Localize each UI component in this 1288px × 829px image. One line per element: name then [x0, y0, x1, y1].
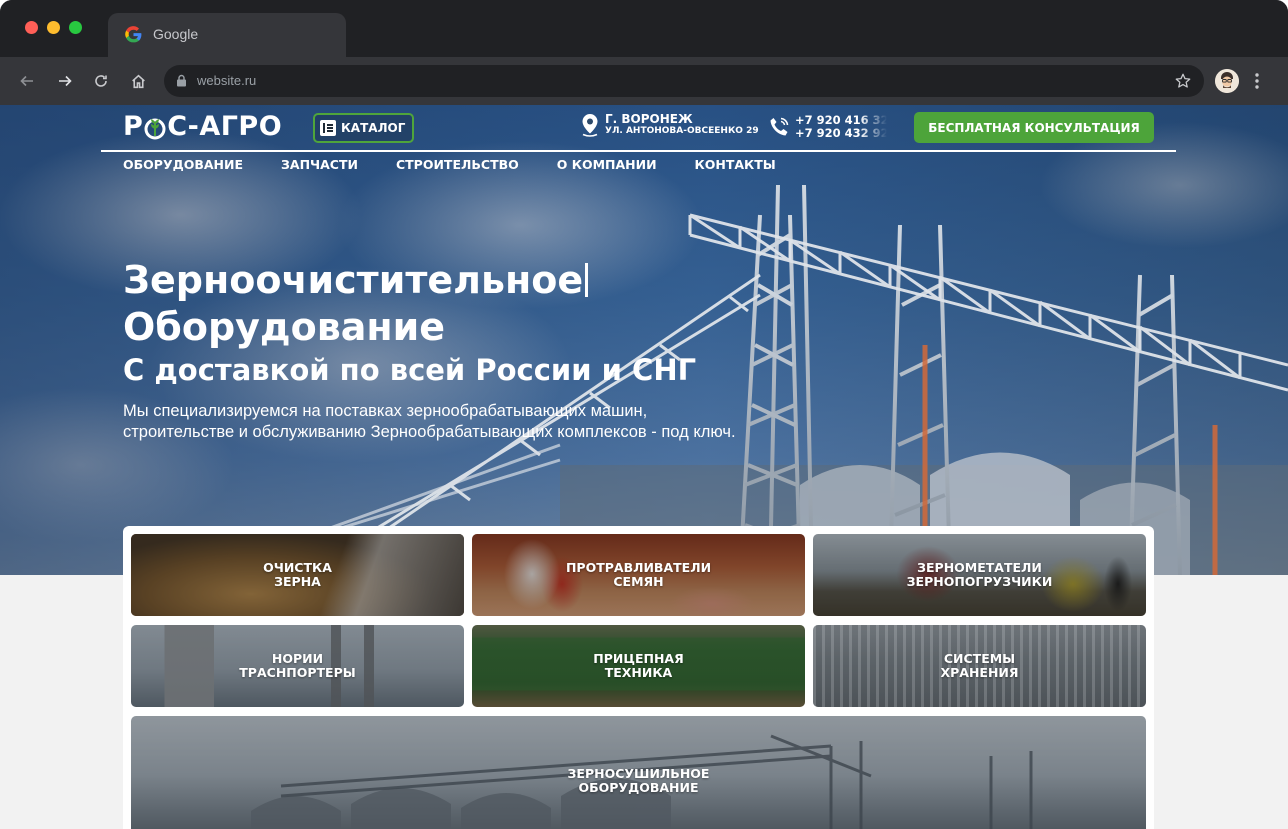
tab-strip: Google [0, 0, 1288, 57]
phone-icon [770, 117, 789, 136]
category-card-seed-treaters[interactable]: ПРОТРАВЛИВАТЕЛИ СЕМЯН [472, 534, 805, 616]
typing-cursor [585, 263, 589, 297]
category-card-grain-throwers[interactable]: ЗЕРНОМЕТАТЕЛИ ЗЕРНОПОГРУЗЧИКИ [813, 534, 1146, 616]
hero-title: Зерноочистительное Оборудование [123, 257, 823, 351]
address-city: Г. ВОРОНЕЖ [605, 112, 693, 127]
category-card-trailers[interactable]: ПРИЦЕПНАЯ ТЕХНИКА [472, 625, 805, 707]
nav-item-equipment[interactable]: ОБОРУДОВАНИЕ [123, 157, 243, 172]
home-icon [131, 74, 145, 88]
nav-item-construction[interactable]: СТРОИТЕЛЬСТВО [396, 157, 519, 172]
url-text: website.ru [197, 73, 257, 88]
profile-avatar[interactable] [1215, 69, 1239, 93]
category-label: СИСТЕМЫ ХРАНЕНИЯ [940, 651, 1019, 680]
category-card-storage[interactable]: СИСТЕМЫ ХРАНЕНИЯ [813, 625, 1146, 707]
header-divider [101, 150, 1176, 152]
address-street: УЛ. АНТОНОВА-ОВСЕЕНКО 29 [605, 125, 759, 136]
close-window-button[interactable] [25, 21, 38, 34]
hero-description-line-2: строительстве и обслуживанию Зернообраба… [123, 423, 736, 441]
browser-window: Google website.ru Р С-АГРО КАТАЛОГ Г. ВО… [0, 0, 1288, 829]
category-label: ПРОТРАВЛИВАТЕЛИ СЕМЯН [565, 560, 712, 589]
catalog-label: КАТАЛОГ [341, 121, 406, 135]
category-label: НОРИИ ТРАСНПОРТЕРЫ [239, 651, 356, 680]
page-viewport: Р С-АГРО КАТАЛОГ Г. ВОРОНЕЖ УЛ. АНТОНОВА… [0, 105, 1288, 829]
category-grid: ОЧИСТКА ЗЕРНА ПРОТРАВЛИВАТЕЛИ СЕМЯН ЗЕРН [123, 526, 1154, 829]
google-icon [125, 26, 142, 43]
reload-button[interactable] [89, 69, 113, 93]
hero-description-line-1: Мы специализируемся на поставках зернооб… [123, 402, 648, 420]
category-label: ЗЕРНОМЕТАТЕЛИ ЗЕРНОПОГРУЗЧИКИ [906, 560, 1053, 589]
hero-section: Р С-АГРО КАТАЛОГ Г. ВОРОНЕЖ УЛ. АНТОНОВА… [0, 105, 1288, 575]
category-label: ЗЕРНОСУШИЛЬНОЕ ОБОРУДОВАНИЕ [567, 766, 710, 795]
map-pin-icon [582, 114, 598, 137]
star-icon[interactable] [1174, 72, 1192, 90]
category-label: ОЧИСТКА ЗЕРНА [263, 560, 332, 589]
logo-text-left: Р [123, 111, 144, 142]
browser-toolbar: website.ru [0, 57, 1288, 105]
avatar-icon [1215, 69, 1239, 93]
reload-icon [95, 75, 107, 87]
address-bar[interactable]: website.ru [164, 65, 1204, 97]
nav-item-parts[interactable]: ЗАПЧАСТИ [281, 157, 358, 172]
home-button[interactable] [126, 69, 150, 93]
phone-block: +7 920 416 323 +7 920 432 929 [767, 114, 887, 139]
maximize-window-button[interactable] [69, 21, 82, 34]
lock-icon [177, 74, 186, 87]
hero-description: Мы специализируемся на поставках зернооб… [123, 401, 823, 443]
back-button[interactable] [15, 69, 39, 93]
arrow-left-icon [20, 75, 33, 87]
main-nav: ОБОРУДОВАНИЕ ЗАПЧАСТИ СТРОИТЕЛЬСТВО О КО… [123, 157, 814, 172]
category-label: ПРИЦЕПНАЯ ТЕХНИКА [593, 651, 684, 680]
phone-number-1[interactable]: +7 920 416 323 [795, 114, 887, 127]
nav-item-contacts[interactable]: КОНТАКТЫ [695, 157, 776, 172]
forward-button[interactable] [53, 69, 77, 93]
arrow-right-icon [59, 75, 72, 87]
site-logo[interactable]: Р С-АГРО [123, 111, 282, 142]
browser-tab[interactable]: Google [108, 13, 346, 57]
hero-title-line-1: Зерноочистительное [123, 258, 584, 302]
catalog-button[interactable]: КАТАЛОГ [313, 113, 415, 143]
wheat-logo-icon [144, 118, 166, 139]
hero-text: Зерноочистительное Оборудование С достав… [123, 257, 823, 443]
kebab-menu-icon[interactable] [1249, 71, 1265, 91]
category-card-grain-dryers[interactable]: ЗЕРНОСУШИЛЬНОЕ ОБОРУДОВАНИЕ [131, 716, 1146, 829]
phone-number-2[interactable]: +7 920 432 929 [795, 126, 887, 140]
book-icon [320, 120, 336, 136]
logo-text-right: С-АГРО [167, 111, 283, 142]
free-consultation-button[interactable]: БЕСПЛАТНАЯ КОНСУЛЬТАЦИЯ [914, 112, 1154, 143]
nav-item-about[interactable]: О КОМПАНИИ [557, 157, 657, 172]
category-card-elevators[interactable]: НОРИИ ТРАСНПОРТЕРЫ [131, 625, 464, 707]
site-header: Р С-АГРО КАТАЛОГ Г. ВОРОНЕЖ УЛ. АНТОНОВА… [101, 105, 1176, 195]
minimize-window-button[interactable] [47, 21, 60, 34]
hero-title-line-2: Оборудование [123, 305, 446, 349]
address-block: Г. ВОРОНЕЖ УЛ. АНТОНОВА-ОВСЕЕНКО 29 [580, 113, 759, 137]
hero-subtitle: С доставкой по всей России и СНГ [123, 353, 697, 387]
category-card-grain-cleaning[interactable]: ОЧИСТКА ЗЕРНА [131, 534, 464, 616]
tab-title: Google [153, 26, 199, 42]
